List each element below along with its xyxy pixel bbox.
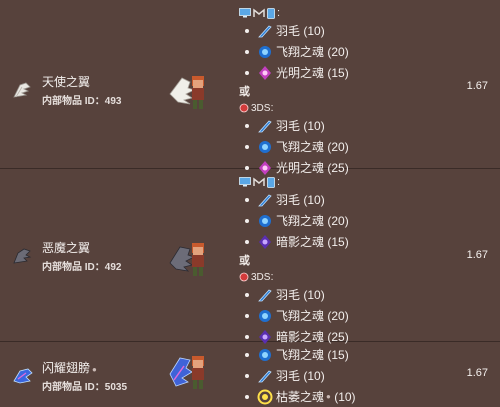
angel-wings-icon <box>13 82 31 98</box>
platform-3ds: 3DS: <box>239 101 449 115</box>
list-item: 羽毛 (10) <box>245 20 449 41</box>
list-item: 飞翔之魂 (15) <box>245 344 449 365</box>
ingredient-name[interactable]: 飞翔之魂 <box>276 307 324 324</box>
platform-3ds: 3DS: <box>239 270 449 284</box>
ingredient-name[interactable]: 羽毛 <box>276 191 300 208</box>
soul-of-light-icon <box>259 65 271 80</box>
desktop-icon <box>239 8 251 18</box>
wings-recipe-table: 天使之翼 内部物品 ID：493 : 羽毛 (10) 飞翔之魂 (20) 光明之… <box>0 0 500 404</box>
or-separator: 或 <box>239 255 250 267</box>
feather-icon <box>258 194 272 206</box>
platform-icons-desktop-mobile: : <box>239 175 449 189</box>
item-name-link[interactable]: 闪耀翅膀 ● <box>42 359 127 376</box>
ingredient-list: 羽毛 (10) 飞翔之魂 (20) 暗影之魂 (25) <box>239 284 449 347</box>
ingredient-name[interactable]: 飞翔之魂 <box>276 138 324 155</box>
list-item: 光明之魂 (15) <box>245 62 449 83</box>
character-sprite-angel-wings <box>169 76 204 109</box>
recipe-list: : 羽毛 (10) 飞翔之魂 (20) 暗影之魂 (15) 或 3DS: 羽毛 … <box>239 175 449 347</box>
list-item: 飞翔之魂 (20) <box>245 305 449 326</box>
list-item: 暗影之魂 (15) <box>245 231 449 252</box>
item-cell: 闪耀翅膀 ● 内部物品 ID：5035 <box>12 359 127 393</box>
mobile-icon <box>267 176 275 188</box>
soul-of-blight-icon <box>257 389 273 404</box>
ingredient-name[interactable]: 飞翔之魂 <box>276 212 324 229</box>
version-badge: ● <box>92 365 97 374</box>
shimmering-wings-icon <box>13 368 33 384</box>
feather-icon <box>258 370 272 382</box>
list-item: 羽毛 (10) <box>245 365 449 386</box>
soul-of-flight-icon <box>259 45 271 58</box>
ingredient-list: 羽毛 (10) 飞翔之魂 (20) 暗影之魂 (15) <box>239 189 449 252</box>
list-item: 羽毛 (10) <box>245 284 449 305</box>
ingredient-list: 羽毛 (10) 飞翔之魂 (20) 光明之魂 (15) <box>239 20 449 83</box>
platform-icons-desktop-mobile: : <box>239 6 449 20</box>
feather-icon <box>258 289 272 301</box>
ingredient-name[interactable]: 光明之魂 <box>276 64 324 81</box>
table-row: 天使之翼 内部物品 ID：493 : 羽毛 (10) 飞翔之魂 (20) 光明之… <box>0 0 500 175</box>
version-badge: ● <box>326 392 331 401</box>
value-cell: 1.67 <box>466 249 488 261</box>
ingredient-name[interactable]: 飞翔之魂 <box>276 346 324 363</box>
soul-of-flight-icon <box>259 214 271 227</box>
3ds-icon <box>239 103 249 113</box>
console-icon <box>253 8 265 17</box>
recipe-list: : 羽毛 (10) 飞翔之魂 (20) 光明之魂 (15) 或 3DS: 羽毛 … <box>239 6 449 178</box>
value-cell: 1.67 <box>466 80 488 92</box>
feather-icon <box>258 25 272 37</box>
ingredient-name[interactable]: 飞翔之魂 <box>276 43 324 60</box>
list-item: 羽毛 (10) <box>245 189 449 210</box>
console-icon <box>253 177 265 186</box>
mobile-icon <box>267 7 275 19</box>
or-separator: 或 <box>239 86 250 98</box>
ingredient-name[interactable]: 羽毛 <box>276 367 300 384</box>
item-name-link[interactable]: 恶魔之翼 <box>42 239 121 256</box>
value-cell: 1.67 <box>466 367 488 379</box>
item-name-link[interactable]: 天使之翼 <box>42 73 121 90</box>
soul-of-flight-icon <box>259 309 271 322</box>
soul-of-flight-icon <box>259 348 271 361</box>
item-cell: 天使之翼 内部物品 ID：493 <box>12 73 121 107</box>
ingredient-name[interactable]: 羽毛 <box>276 286 300 303</box>
ingredient-name[interactable]: 羽毛 <box>276 117 300 134</box>
item-id: 内部物品 ID：493 <box>42 96 122 107</box>
desktop-icon <box>239 177 251 187</box>
list-item: 羽毛 (10) <box>245 115 449 136</box>
3ds-icon <box>239 272 249 282</box>
ingredient-name[interactable]: 羽毛 <box>276 22 300 39</box>
feather-icon <box>258 120 272 132</box>
item-id: 内部物品 ID：5035 <box>42 382 128 393</box>
demon-wings-icon <box>13 248 32 264</box>
ingredient-name[interactable]: 暗影之魂 <box>276 233 324 250</box>
table-row: 恶魔之翼 内部物品 ID：492 : 羽毛 (10) 飞翔之魂 (20) 暗影之… <box>0 169 500 344</box>
recipe-list: 飞翔之魂 (15) 羽毛 (10) 枯萎之魂 ● (10) <box>239 344 449 407</box>
table-row: 闪耀翅膀 ● 内部物品 ID：5035 飞翔之魂 (15) 羽毛 (10) 枯萎… <box>0 342 500 404</box>
ingredient-name[interactable]: 枯萎之魂 <box>276 388 324 405</box>
list-item: 枯萎之魂 ● (10) <box>245 386 449 407</box>
list-item: 飞翔之魂 (20) <box>245 136 449 157</box>
item-cell: 恶魔之翼 内部物品 ID：492 <box>12 239 121 273</box>
list-item: 飞翔之魂 (20) <box>245 41 449 62</box>
character-sprite-demon-wings <box>169 243 204 276</box>
soul-of-night-icon <box>259 234 271 249</box>
soul-of-flight-icon <box>259 140 271 153</box>
ingredient-list: 飞翔之魂 (15) 羽毛 (10) 枯萎之魂 ● (10) <box>239 344 449 407</box>
item-id: 内部物品 ID：492 <box>42 262 122 273</box>
character-sprite-shimmering-wings <box>169 356 204 389</box>
list-item: 飞翔之魂 (20) <box>245 210 449 231</box>
